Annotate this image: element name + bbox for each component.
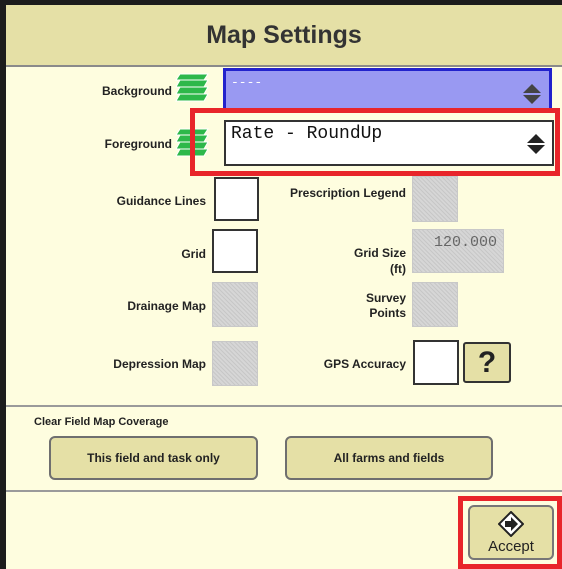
grid-checkbox[interactable]	[212, 229, 258, 273]
depression-map-label: Depression Map	[113, 357, 206, 371]
survey-points-checkbox	[412, 282, 458, 327]
clear-coverage-heading: Clear Field Map Coverage	[34, 416, 169, 428]
grid-size-label: Grid Size	[353, 246, 406, 260]
drainage-map-label: Drainage Map	[127, 299, 206, 313]
survey-points-label-line2: Points	[369, 306, 406, 320]
background-layer-select[interactable]: ----	[223, 68, 552, 111]
section-divider	[6, 490, 562, 492]
grid-label: Grid	[181, 247, 206, 261]
background-label: Background	[101, 84, 172, 98]
guidance-lines-checkbox[interactable]	[214, 177, 259, 221]
page-title: Map Settings	[206, 20, 362, 49]
grid-size-unit: (ft)	[390, 262, 406, 276]
section-divider	[6, 405, 562, 407]
layers-icon	[175, 73, 209, 102]
clear-this-field-button[interactable]: This field and task only	[49, 436, 258, 480]
help-button[interactable]: ?	[463, 342, 511, 383]
prescription-legend-checkbox	[412, 176, 458, 222]
clear-this-field-button-label: This field and task only	[87, 451, 220, 465]
guidance-lines-label: Guidance Lines	[116, 194, 206, 208]
clear-all-farms-button[interactable]: All farms and fields	[285, 436, 493, 480]
gps-accuracy-label: GPS Accuracy	[323, 357, 406, 371]
drainage-map-checkbox	[212, 282, 258, 327]
dropdown-arrows-icon	[523, 84, 541, 104]
grid-size-value: 120.000	[433, 234, 497, 251]
clear-all-farms-button-label: All farms and fields	[333, 451, 445, 465]
survey-points-label-line1: Survey	[365, 291, 406, 305]
foreground-highlight-box	[190, 108, 560, 176]
title-bar: Map Settings	[6, 5, 562, 67]
gps-accuracy-checkbox[interactable]	[413, 340, 459, 385]
depression-map-checkbox	[212, 341, 258, 386]
grid-size-input: 120.000	[412, 229, 504, 273]
question-mark-icon: ?	[477, 345, 497, 379]
foreground-label: Foreground	[104, 137, 172, 151]
prescription-legend-label: Prescription Legend	[289, 186, 406, 200]
accept-highlight-box	[458, 496, 562, 569]
background-layer-value: ----	[231, 75, 263, 90]
